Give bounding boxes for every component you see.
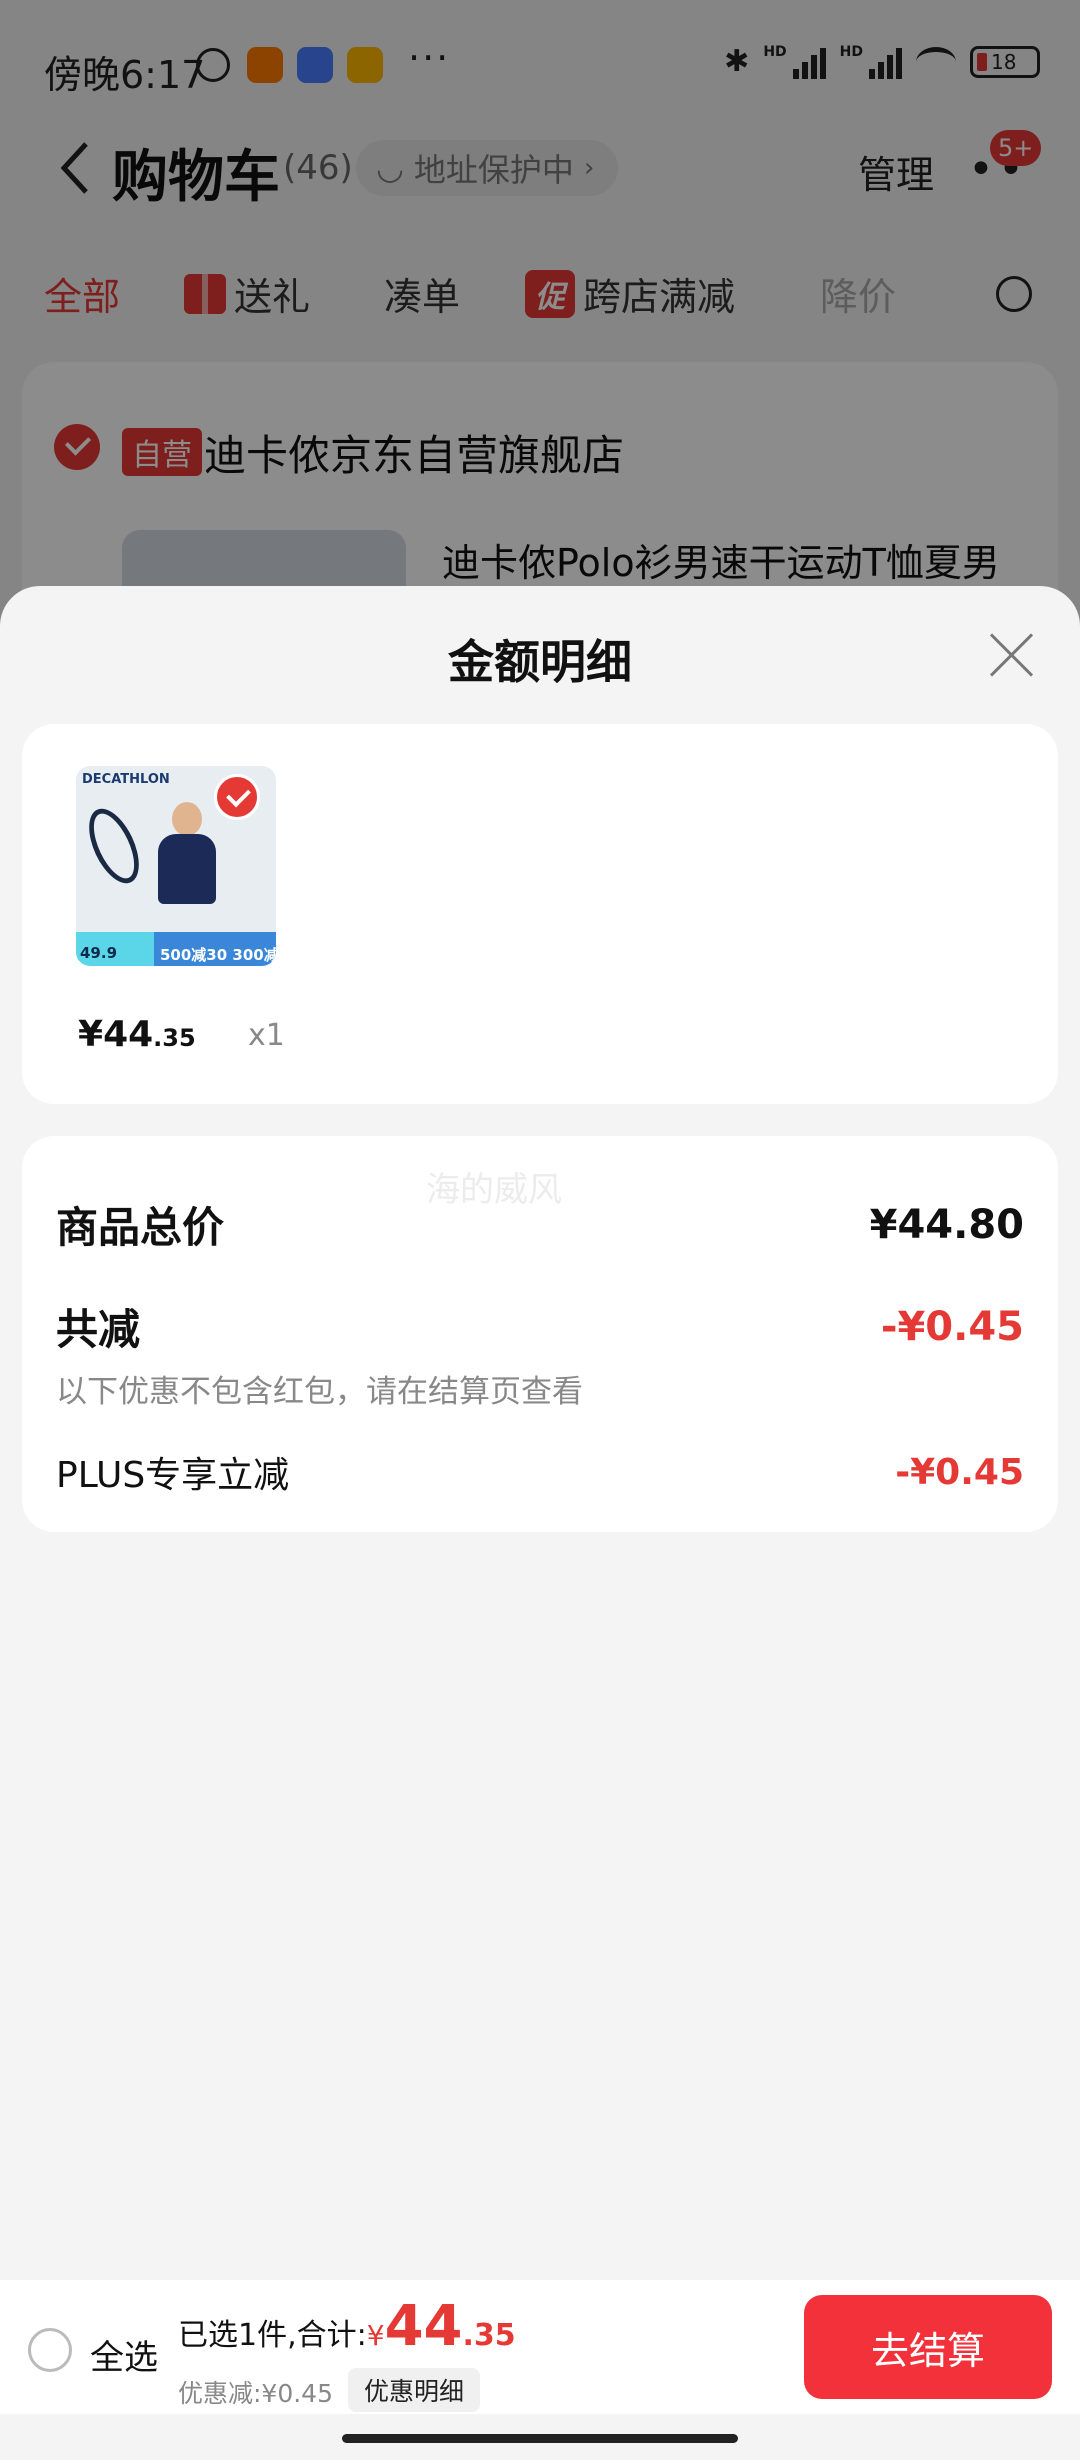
checkout-button[interactable]: 去结算 <box>804 2295 1052 2399</box>
total-label: 商品总价 <box>56 1203 225 1252</box>
total-row: 商品总价 ¥44.80 <box>56 1194 1024 1255</box>
racket-graphic <box>78 801 150 891</box>
home-indicator[interactable] <box>342 2434 738 2443</box>
total-decimal: .35 <box>462 2318 516 2353</box>
plus-value: -¥0.45 <box>895 1451 1024 1493</box>
discount-detail-button[interactable]: 优惠明细 <box>348 2368 481 2412</box>
selected-text: 已选1件,合计: <box>178 2318 367 2353</box>
item-card: DECATHLON 49.9 500减30 300减10 ¥44.35 x1 <box>22 724 1058 1104</box>
sheet-title: 金额明细 <box>448 635 632 689</box>
total-currency: ¥ <box>366 2319 385 2352</box>
brand-logo: DECATHLON <box>82 772 170 787</box>
close-icon[interactable] <box>988 630 1036 678</box>
selected-check-icon <box>214 774 260 820</box>
promo-strip-offer: 500减30 300减10 <box>154 932 276 966</box>
discount-row: 共减 -¥0.45 <box>56 1296 1024 1357</box>
total-integer: 44 <box>384 2294 463 2359</box>
promo-strip: 49.9 500减30 300减10 <box>76 932 276 966</box>
item-price: ¥44.35 <box>78 1014 196 1055</box>
selection-summary: 已选1件,合计:¥44.35 <box>178 2294 516 2359</box>
select-all-label[interactable]: 全选 <box>90 2330 158 2379</box>
plus-discount-row: PLUS专享立减 -¥0.45 <box>56 1446 1024 1498</box>
summary-card: 海的威风 商品总价 ¥44.80 共减 -¥0.45 以下优惠不包含红包，请在结… <box>22 1136 1058 1532</box>
product-image[interactable]: DECATHLON 49.9 500减30 300减10 <box>76 766 276 966</box>
discount-note: 以下优惠不包含红包，请在结算页查看 <box>56 1374 583 1410</box>
promo-strip-price: 49.9 <box>76 932 154 966</box>
item-quantity: x1 <box>248 1018 285 1053</box>
player-graphic <box>150 802 220 926</box>
plus-label: PLUS专享立减 <box>56 1455 290 1496</box>
checkout-bar: 全选 已选1件,合计:¥44.35 优惠减:¥0.45 优惠明细 去结算 <box>0 2280 1080 2414</box>
amount-detail-sheet: 金额明细 DECATHLON 49.9 500减30 300减10 ¥44.35… <box>0 586 1080 2460</box>
discount-value: -¥0.45 <box>880 1303 1024 1350</box>
saved-amount: 优惠减:¥0.45 <box>178 2379 333 2408</box>
total-value: ¥44.80 <box>869 1201 1024 1248</box>
discount-label: 共减 <box>56 1305 141 1354</box>
select-all-radio[interactable] <box>28 2328 72 2372</box>
